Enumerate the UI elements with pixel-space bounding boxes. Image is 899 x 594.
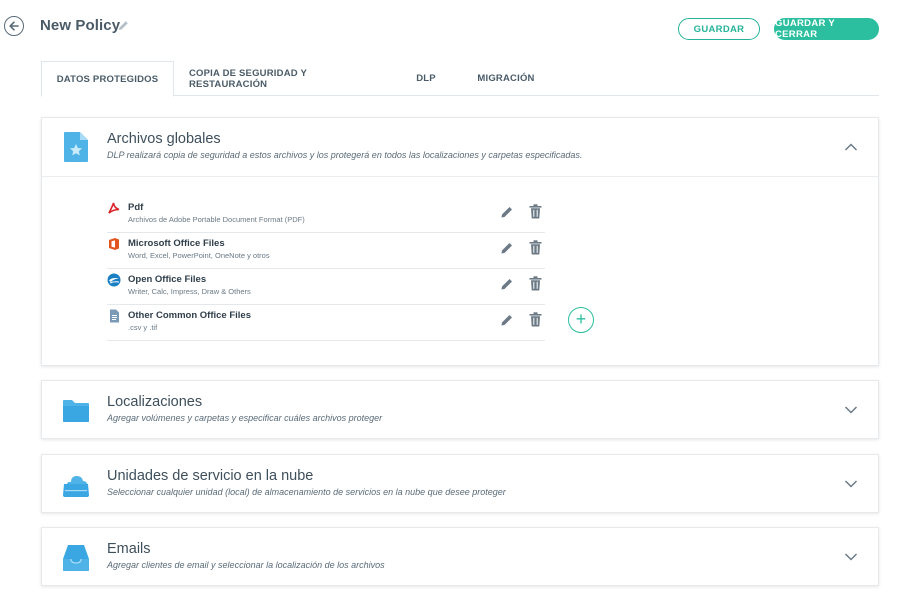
pencil-icon[interactable] [500,241,514,255]
save-and-close-button[interactable]: GUARDAR Y CERRAR [774,18,879,40]
section-subtitle: DLP realizará copia de seguridad a estos… [107,150,583,160]
section-header[interactable]: Emails Agregar clientes de email y selec… [42,528,878,586]
list-item: Pdf Archivos de Adobe Portable Document … [107,197,545,233]
arrow-left-icon [9,21,19,31]
section-title: Localizaciones [107,394,203,410]
page-title: New Policy [40,17,121,34]
ms-office-icon [109,238,119,250]
file-description: Archivos de Adobe Portable Document Form… [128,215,305,224]
document-icon [110,309,119,323]
file-name: Microsoft Office Files [128,238,225,249]
list-item: Microsoft Office Files Word, Excel, Powe… [107,233,545,269]
edit-title-icon[interactable] [117,19,130,32]
open-office-icon [107,273,121,287]
cloud-drive-icon [63,476,89,497]
trash-icon[interactable] [529,204,542,219]
file-description: Writer, Calc, Impress, Draw & Others [128,287,251,296]
section-header[interactable]: Archivos globales DLP realizará copia de… [42,118,878,176]
save-button[interactable]: GUARDAR [678,18,760,40]
section-archivos-globales: Archivos globales DLP realizará copia de… [41,117,879,366]
trash-icon[interactable] [529,312,542,327]
divider [42,176,878,177]
section-subtitle: Seleccionar cualquier unidad (local) de … [107,487,506,497]
chevron-down-icon[interactable] [844,552,858,562]
section-subtitle: Agregar clientes de email y seleccionar … [107,560,385,570]
section-title: Emails [107,541,151,557]
file-description: Word, Excel, PowerPoint, OneNote y otros [128,251,270,260]
trash-icon[interactable] [529,276,542,291]
tab-migracion[interactable]: MIGRACIÓN [473,61,539,96]
inbox-icon [63,545,89,571]
section-localizaciones: Localizaciones Agregar volúmenes y carpe… [41,380,879,439]
section-header[interactable]: Unidades de servicio en la nube Seleccio… [42,455,878,513]
folder-icon [63,400,89,422]
section-subtitle: Agregar volúmenes y carpetas y especific… [107,413,383,423]
section-unidades-nube: Unidades de servicio en la nube Seleccio… [41,454,879,513]
back-button[interactable] [4,16,24,36]
chevron-up-icon[interactable] [844,142,858,152]
tab-dlp[interactable]: DLP [406,61,446,96]
section-header[interactable]: Localizaciones Agregar volúmenes y carpe… [42,381,878,439]
tab-bar: DATOS PROTEGIDOS COPIA DE SEGURIDAD Y RE… [41,61,879,97]
pdf-icon [107,201,121,215]
trash-icon[interactable] [529,240,542,255]
add-file-type-button[interactable]: + [568,307,594,333]
tab-datos-protegidos[interactable]: DATOS PROTEGIDOS [41,61,174,97]
pencil-icon[interactable] [500,205,514,219]
file-star-icon [64,132,88,162]
file-name: Other Common Office Files [128,310,251,321]
pencil-icon[interactable] [500,277,514,291]
file-name: Pdf [128,202,144,213]
file-name: Open Office Files [128,274,207,285]
section-emails: Emails Agregar clientes de email y selec… [41,527,879,586]
chevron-down-icon[interactable] [844,479,858,489]
file-description: .csv y .tif [128,323,158,332]
tab-copia-seguridad[interactable]: COPIA DE SEGURIDAD Y RESTAURACIÓN [189,61,379,96]
pencil-icon[interactable] [500,313,514,327]
section-title: Archivos globales [107,131,221,147]
list-item: Open Office Files Writer, Calc, Impress,… [107,269,545,305]
chevron-down-icon[interactable] [844,405,858,415]
list-item: Other Common Office Files .csv y .tif [107,305,545,341]
section-title: Unidades de servicio en la nube [107,468,314,484]
